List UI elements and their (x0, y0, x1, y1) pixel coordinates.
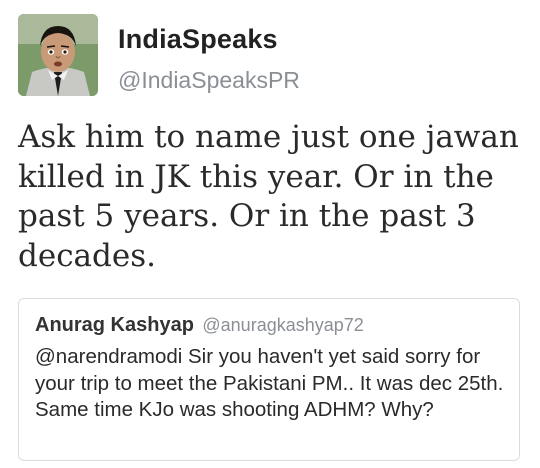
author-handle[interactable]: @IndiaSpeaksPR (118, 67, 300, 94)
quoted-author-name: Anurag Kashyap (35, 314, 194, 336)
quoted-author-handle: @anuragkashyap72 (202, 315, 364, 335)
tweet-text: Ask him to name just one jawan killed in… (18, 119, 519, 274)
author-display-name[interactable]: IndiaSpeaks (118, 24, 278, 55)
avatar[interactable] (18, 14, 98, 96)
tweet-header: IndiaSpeaks @IndiaSpeaksPR (18, 14, 518, 98)
quoted-tweet-header: Anurag Kashyap @anuragkashyap72 (35, 314, 364, 337)
quoted-tweet-text: @narendramodi Sir you haven't yet said s… (35, 345, 504, 421)
profile-photo-icon (18, 14, 98, 96)
quoted-tweet-card[interactable]: Anurag Kashyap @anuragkashyap72 @narendr… (18, 298, 520, 461)
